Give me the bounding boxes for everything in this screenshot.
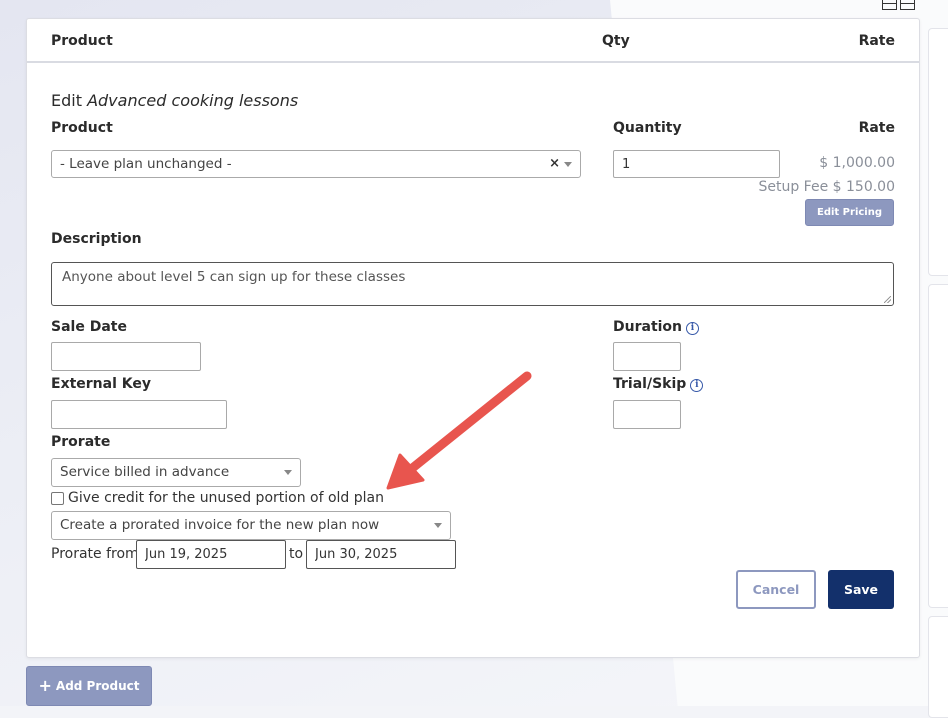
credit-checkbox[interactable]	[51, 492, 64, 505]
duration-input[interactable]	[613, 342, 681, 371]
edit-item-name: Advanced cooking lessons	[87, 91, 299, 110]
prorate-from-input[interactable]	[136, 540, 286, 569]
table-header: Product Qty Rate	[27, 19, 919, 63]
prorate-label: Prorate	[51, 434, 111, 450]
rate-value: $ 1,000.00	[819, 155, 895, 171]
duration-label-text: Duration	[613, 319, 683, 335]
layout-toggle[interactable]	[882, 0, 915, 10]
side-card	[928, 284, 948, 608]
header-product: Product	[51, 33, 113, 49]
chevron-down-icon	[434, 523, 442, 528]
description-text: Anyone about level 5 can sign up for the…	[62, 269, 406, 285]
layout-split-icon[interactable]	[882, 0, 897, 10]
edit-title: Edit Advanced cooking lessons	[51, 91, 298, 110]
prorate-select[interactable]: Service billed in advance	[51, 458, 301, 487]
invoice-option-value: Create a prorated invoice for the new pl…	[60, 517, 380, 533]
trial-skip-label: Trial/Skip i	[613, 376, 704, 392]
product-select[interactable]: - Leave plan unchanged - ×	[51, 150, 581, 178]
add-product-label: Add Product	[55, 679, 140, 693]
quantity-label: Quantity	[613, 120, 682, 136]
product-edit-card: Product Qty Rate Edit Advanced cooking l…	[26, 18, 920, 658]
duration-label: Duration i	[613, 319, 700, 335]
add-product-button[interactable]: + Add Product	[26, 666, 152, 706]
rate-label: Rate	[858, 120, 895, 136]
side-card	[928, 28, 948, 276]
prorate-select-value: Service billed in advance	[60, 464, 230, 480]
trial-skip-input[interactable]	[613, 400, 681, 429]
header-rate: Rate	[858, 33, 895, 49]
chevron-down-icon	[284, 470, 292, 475]
edit-prefix: Edit	[51, 91, 82, 110]
chevron-down-icon	[564, 162, 572, 167]
cancel-button[interactable]: Cancel	[736, 570, 816, 609]
description-textarea[interactable]: Anyone about level 5 can sign up for the…	[51, 262, 894, 306]
layout-stack-icon[interactable]	[900, 0, 915, 10]
product-select-value: - Leave plan unchanged -	[60, 156, 232, 172]
clear-icon[interactable]: ×	[549, 151, 560, 177]
prorate-to-label: to	[289, 546, 304, 562]
product-label: Product	[51, 120, 113, 136]
external-key-input[interactable]	[51, 400, 227, 429]
prorate-to-input[interactable]	[306, 540, 456, 569]
info-icon[interactable]: i	[690, 379, 704, 392]
header-qty: Qty	[602, 33, 630, 49]
invoice-option-select[interactable]: Create a prorated invoice for the new pl…	[51, 511, 451, 540]
quantity-input[interactable]	[613, 150, 780, 178]
resize-handle[interactable]	[884, 296, 891, 303]
edit-pricing-button[interactable]: Edit Pricing	[805, 199, 894, 226]
trial-skip-label-text: Trial/Skip	[613, 376, 687, 392]
setup-fee: Setup Fee $ 150.00	[758, 179, 895, 195]
save-button[interactable]: Save	[828, 570, 894, 609]
prorate-from-label: Prorate from	[51, 546, 139, 562]
sale-date-label: Sale Date	[51, 319, 127, 335]
plus-icon: +	[38, 676, 52, 695]
external-key-label: External Key	[51, 376, 151, 392]
sale-date-input[interactable]	[51, 342, 201, 371]
info-icon[interactable]: i	[686, 322, 700, 335]
description-label: Description	[51, 231, 142, 247]
side-card	[928, 616, 948, 718]
credit-checkbox-label[interactable]: Give credit for the unused portion of ol…	[68, 490, 384, 506]
